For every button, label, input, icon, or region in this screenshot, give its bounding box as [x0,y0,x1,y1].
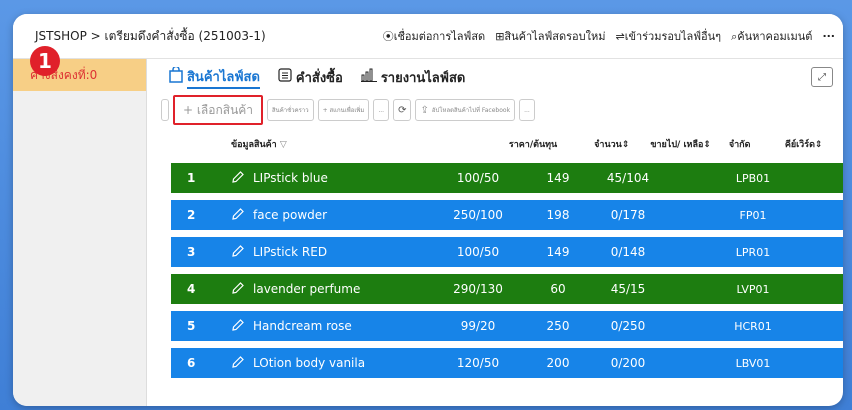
quantity: 250 [546,319,570,333]
price-cost: 99/20 [460,319,496,333]
join-other-live-link[interactable]: ⇌เข้าร่วมรอบไลฟ์อื่นๆ [615,27,721,45]
keyword: LBV01 [735,356,771,370]
header-product[interactable]: ข้อมูลสินค้า ▽ [171,137,489,151]
step-badge: 1 [30,46,60,76]
title-links: ⦿เชื่อมต่อการไลฟ์สด ⊞สินค้าไลฟ์สดรอบใหม่… [383,27,835,45]
table-header: ข้อมูลสินค้า ▽ ราคา/ต้นทุน จำนวน⇕ ขายไป/… [171,125,843,163]
edit-icon[interactable] [231,244,245,261]
product-name: LIPstick blue [253,171,328,185]
edit-icon[interactable] [231,170,245,187]
edit-icon[interactable] [231,355,245,372]
search-comments-link[interactable]: ⌕ค้นหาคอมเมนต์ [731,27,812,45]
title-bar: JSTSHOP > เตรียมดึงคำสั่งซื้อ (251003-1)… [13,14,843,59]
product-name: lavender perfume [253,282,361,296]
keyword: FP01 [739,208,767,222]
edit-icon[interactable] [231,318,245,335]
product-name: LIPstick RED [253,245,328,259]
more-menu-button[interactable]: ... [822,27,835,45]
quantity: 200 [546,356,570,370]
sold-remaining: 0/200 [610,356,646,370]
select-product-button[interactable]: + เลือกสินค้า [173,95,263,125]
toolbar-extra-button[interactable]: ... [519,99,535,121]
sort-icon: ⇕ [703,140,711,150]
product-name-cell[interactable]: Handcream rose [211,318,433,335]
product-name: Handcream rose [253,319,352,333]
product-name-cell[interactable]: face powder [211,207,433,224]
upload-icon: ⇪ [420,104,429,116]
table-row[interactable]: 3 LIPstick RED 100/50 149 0/148 LPR01 [171,237,843,267]
keyword: HCR01 [734,319,772,333]
sold-remaining: 45/15 [610,282,646,296]
price-cost: 290/130 [453,282,503,296]
temporary-product-button[interactable]: สินค้าชั่วคราว [267,99,314,121]
header-price: ราคา/ต้นทุน [508,140,558,150]
quantity: 149 [546,171,570,185]
price-cost: 100/50 [456,245,500,259]
toolbar-more-button[interactable]: ... [373,99,390,121]
header-limit: จำกัด [728,140,751,150]
quantity: 198 [546,208,570,222]
keyword: LVP01 [736,282,770,296]
list-icon [278,68,292,86]
filter-icon[interactable]: ▽ [280,140,287,150]
tab-live-report[interactable]: รายงานไลฟ์สด [360,67,465,88]
product-name: LOtion body vanila [253,356,366,370]
bag-icon [169,65,183,87]
row-number: 3 [187,245,196,259]
product-name-cell[interactable]: lavender perfume [211,281,433,298]
keyword: LPB01 [735,171,771,185]
table-row[interactable]: 4 lavender perfume 290/130 60 45/15 LVP01 [171,274,843,304]
table-row[interactable]: 1 LIPstick blue 100/50 149 45/104 LPB01 [171,163,843,193]
table-row[interactable]: 5 Handcream rose 99/20 250 0/250 HCR01 [171,311,843,341]
bar-chart-icon [360,68,377,86]
product-list: 1 LIPstick blue 100/50 149 45/104 LPB01 2 face … [147,163,843,378]
tab-orders[interactable]: คำสั่งซื้อ [278,67,343,88]
tab-bar: สินค้าไลฟ์สด คำสั่งซื้อ รายงานไลฟ์สด [147,59,843,95]
price-cost: 250/100 [453,208,503,222]
header-qty[interactable]: จำนวน⇕ [577,137,646,151]
table-row[interactable]: 6 LOtion body vanila 120/50 200 0/200 LBV01 [171,348,843,378]
left-panel: ค้างส่งคงที่:0 [13,59,147,406]
product-name: face powder [253,208,328,222]
main-area: สินค้าไลฟ์สด คำสั่งซื้อ รายงานไลฟ์สด ⤢ +… [147,59,843,406]
expand-icon[interactable]: ⤢ [811,67,833,87]
quantity: 60 [550,282,566,296]
sold-remaining: 0/250 [610,319,646,333]
row-number: 2 [187,208,196,222]
window-title: JSTSHOP > เตรียมดึงคำสั่งซื้อ (251003-1) [35,28,266,43]
table-row[interactable]: 2 face powder 250/100 198 0/178 FP01 [171,200,843,230]
product-toolbar: + เลือกสินค้า สินค้าชั่วคราว + สแกนเพื่อ… [147,95,843,125]
row-number: 5 [187,319,196,333]
product-name-cell[interactable]: LOtion body vanila [211,355,433,372]
edit-icon[interactable] [231,207,245,224]
connect-live-link[interactable]: ⦿เชื่อมต่อการไลฟ์สด [383,27,486,45]
sold-remaining: 0/148 [610,245,646,259]
sort-icon: ⇕ [814,140,823,150]
toolbar-blank-button[interactable] [161,99,169,121]
product-name-cell[interactable]: LIPstick RED [211,244,433,261]
product-name-cell[interactable]: LIPstick blue [211,170,433,187]
row-number: 1 [187,171,196,185]
new-round-products-link[interactable]: ⊞สินค้าไลฟ์สดรอบใหม่ [495,27,605,45]
tab-live-products[interactable]: สินค้าไลฟ์สด [169,65,260,89]
price-cost: 120/50 [456,356,500,370]
keyword: LPR01 [735,245,771,259]
sold-remaining: 0/178 [610,208,646,222]
edit-icon[interactable] [231,281,245,298]
header-sold[interactable]: ขายไป/ เหลือ⇕ [646,137,715,151]
row-number: 6 [187,356,196,370]
play-circle-icon: ⦿ [382,30,394,43]
upload-facebook-button[interactable]: ⇪ อัปโหลดสินค้าไปที่ Facebook [415,99,516,121]
sold-remaining: 45/104 [606,171,650,185]
refresh-icon: ⟳ [398,104,407,116]
live-window: JSTSHOP > เตรียมดึงคำสั่งซื้อ (251003-1)… [13,14,843,406]
scan-add-button[interactable]: + สแกนเพื่อเพิ่ม [317,99,370,121]
row-number: 4 [187,282,196,296]
sort-icon: ⇕ [621,140,630,150]
price-cost: 100/50 [456,171,500,185]
header-keyword[interactable]: คีย์เวิร์ด⇕ [764,137,843,151]
swap-arrows-icon: ⇌ [615,30,625,43]
refresh-button[interactable]: ⟳ [393,99,412,121]
quantity: 149 [546,245,570,259]
